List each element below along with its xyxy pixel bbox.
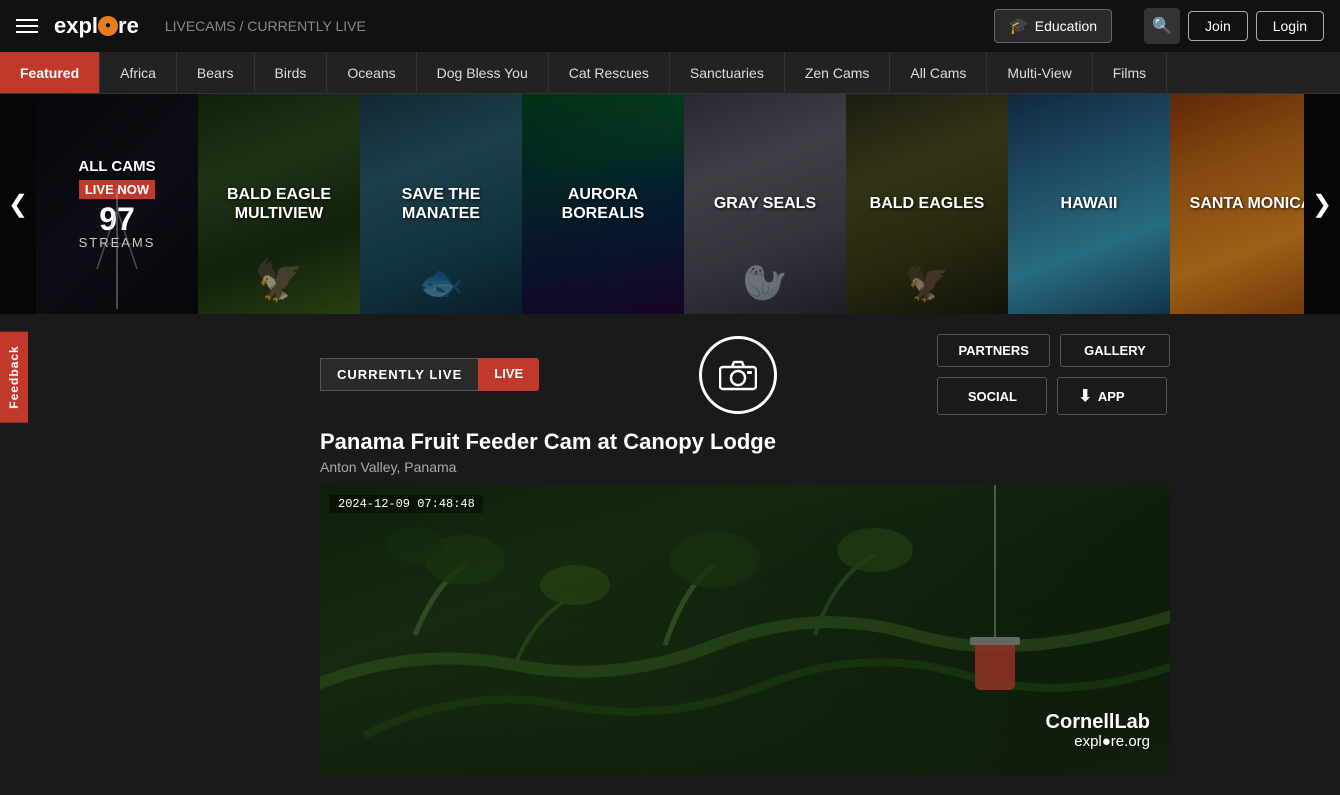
carousel-next-button[interactable]: ❯ bbox=[1304, 94, 1340, 314]
nav-item-films[interactable]: Films bbox=[1093, 52, 1167, 93]
nav-item-bears[interactable]: Bears bbox=[177, 52, 255, 93]
nav-item-all-cams[interactable]: All Cams bbox=[890, 52, 987, 93]
nav-item-birds[interactable]: Birds bbox=[255, 52, 328, 93]
navigation: Featured Africa Bears Birds Oceans Dog B… bbox=[0, 52, 1340, 94]
logo-text-re: re bbox=[118, 13, 139, 39]
carousel-title-seals: GRAY SEALS bbox=[714, 194, 816, 213]
education-button[interactable]: 🎓 Education bbox=[994, 9, 1112, 43]
education-label: Education bbox=[1035, 18, 1097, 34]
feedback-label: Feedback bbox=[7, 345, 21, 408]
carousel-item-santa-monica[interactable]: SANTA MONICA bbox=[1170, 94, 1304, 314]
carousel-item-manatee[interactable]: SAVE THEMANATEE 🐟 bbox=[360, 94, 522, 314]
nav-item-multi-view[interactable]: Multi-View bbox=[987, 52, 1092, 93]
search-button[interactable]: 🔍 bbox=[1144, 8, 1180, 44]
feedback-tab[interactable]: Feedback bbox=[0, 331, 28, 422]
carousel-title-manatee: SAVE THEMANATEE bbox=[402, 185, 481, 223]
cam-title: Panama Fruit Feeder Cam at Canopy Lodge bbox=[320, 429, 1170, 455]
live-status-bar: CURRENTLY LIVE LIVE bbox=[320, 358, 539, 391]
app-label: APP bbox=[1098, 389, 1125, 404]
nav-item-dog-bless-you[interactable]: Dog Bless You bbox=[417, 52, 549, 93]
nav-item-africa[interactable]: Africa bbox=[100, 52, 177, 93]
carousel-item-allcams[interactable]: ALL CAMS LIVE NOW 97 STREAMS bbox=[36, 94, 198, 314]
app-button[interactable]: ⬇ APP bbox=[1057, 377, 1167, 415]
currently-live-label: CURRENTLY LIVE bbox=[320, 358, 478, 391]
main-content: CURRENTLY LIVE LIVE PARTNERS GALLERY SOC… bbox=[0, 314, 1340, 795]
logo-icon: ● bbox=[98, 16, 118, 36]
cornell-watermark: CornellLab expl●re.org bbox=[1046, 711, 1150, 750]
graduation-icon: 🎓 bbox=[1009, 16, 1029, 36]
live-badge: LIVE bbox=[478, 358, 539, 391]
carousel-item-bald-eagles[interactable]: BALD EAGLES 🦅 bbox=[846, 94, 1008, 314]
partners-button[interactable]: PARTNERS bbox=[937, 334, 1050, 367]
carousel-title-santa-monica: SANTA MONICA bbox=[1190, 194, 1304, 213]
carousel-items: ALL CAMS LIVE NOW 97 STREAMS BALD EAGLEM… bbox=[36, 94, 1304, 314]
carousel-title-hawaii: HAWAII bbox=[1061, 194, 1118, 213]
nav-item-oceans[interactable]: Oceans bbox=[327, 52, 416, 93]
carousel-item-seals[interactable]: GRAY SEALS 🦭 bbox=[684, 94, 846, 314]
camera-screenshot-button[interactable] bbox=[699, 336, 777, 414]
carousel-title-bald-eagle: BALD EAGLEMULTIVIEW bbox=[227, 185, 331, 223]
carousel-item-bald-eagle[interactable]: BALD EAGLEMULTIVIEW 🦅 bbox=[198, 94, 360, 314]
carousel-title-aurora: AURORABOREALIS bbox=[562, 185, 645, 223]
header-right: 🔍 Join Login bbox=[1144, 8, 1324, 44]
logo-text: expl bbox=[54, 13, 98, 39]
video-player[interactable]: 2024-12-09 07:48:48 CornellLab expl●re.o… bbox=[320, 485, 1170, 775]
nav-item-cat-rescues[interactable]: Cat Rescues bbox=[549, 52, 670, 93]
carousel-item-aurora[interactable]: AURORABOREALIS bbox=[522, 94, 684, 314]
carousel-item-hawaii[interactable]: HAWAII bbox=[1008, 94, 1170, 314]
explore-org-text: expl●re.org bbox=[1046, 733, 1150, 750]
video-timestamp: 2024-12-09 07:48:48 bbox=[330, 495, 483, 513]
video-background bbox=[320, 485, 1170, 775]
header: expl ● re LIVECAMS / CURRENTLY LIVE 🎓 Ed… bbox=[0, 0, 1340, 52]
carousel-prev-button[interactable]: ❮ bbox=[0, 94, 36, 314]
cam-location: Anton Valley, Panama bbox=[320, 459, 1170, 475]
nav-item-zen-cams[interactable]: Zen Cams bbox=[785, 52, 891, 93]
login-button[interactable]: Login bbox=[1256, 11, 1324, 41]
gallery-button[interactable]: GALLERY bbox=[1060, 334, 1170, 367]
social-button[interactable]: SOCIAL bbox=[937, 377, 1047, 415]
action-buttons: PARTNERS GALLERY SOCIAL ⬇ APP bbox=[937, 334, 1170, 415]
carousel-title-bald-eagles: BALD EAGLES bbox=[870, 194, 985, 213]
menu-button[interactable] bbox=[16, 19, 38, 33]
nav-item-sanctuaries[interactable]: Sanctuaries bbox=[670, 52, 785, 93]
download-icon: ⬇ bbox=[1078, 386, 1091, 406]
cornell-lab-text: CornellLab bbox=[1046, 711, 1150, 733]
join-button[interactable]: Join bbox=[1188, 11, 1248, 41]
logo[interactable]: expl ● re bbox=[54, 13, 139, 39]
livecams-label: LIVECAMS / CURRENTLY LIVE bbox=[165, 18, 366, 34]
allcams-title: ALL CAMS bbox=[78, 158, 155, 176]
video-scene-svg bbox=[320, 485, 1170, 775]
nav-item-featured[interactable]: Featured bbox=[0, 52, 100, 93]
camera-icon bbox=[719, 359, 757, 391]
carousel: ❮ ALL CAMS LIVE NOW 97 STREAMS bbox=[0, 94, 1340, 314]
